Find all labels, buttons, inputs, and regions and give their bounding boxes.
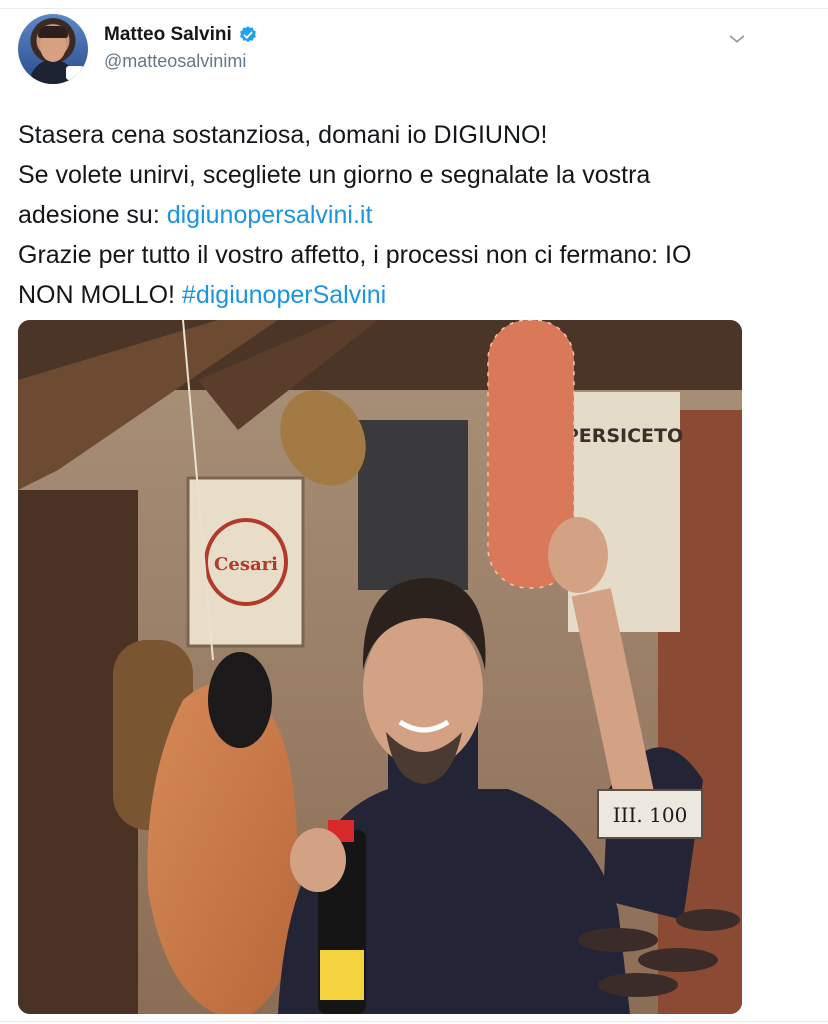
man-hand-holding-bottle <box>290 828 346 892</box>
verified-badge-icon <box>239 26 256 43</box>
tweet-text-line: Se volete unirvi, scegliete un giorno e … <box>18 155 778 195</box>
tweet-text-segment: NON MOLLO! <box>18 281 182 309</box>
top-divider <box>0 8 828 9</box>
photo-scene: Cesari PERSICETO III. 100 <box>18 320 742 1014</box>
tweet-text-line: NON MOLLO! #digiunoperSalvini <box>18 275 778 315</box>
tweet-photo[interactable]: Cesari PERSICETO III. 100 <box>18 320 742 1014</box>
author-name-row: Matteo Salvini <box>104 24 258 46</box>
url-link[interactable]: digiunopersalvini.it <box>167 201 373 229</box>
author-display-name[interactable]: Matteo Salvini <box>104 24 232 46</box>
man-raised-hand <box>548 517 608 593</box>
tweet-text-line: Grazie per tutto il vostro affetto, i pr… <box>18 235 778 275</box>
cesari-label: Cesari <box>214 554 278 575</box>
avatar-badge <box>66 66 84 80</box>
tweet-text-segment: Grazie per tutto il vostro affetto, i pr… <box>18 241 692 269</box>
bottom-divider <box>0 1021 828 1022</box>
tweet-header: Matteo Salvini @matteosalvinimi <box>18 14 808 84</box>
iron-door <box>358 420 468 590</box>
avatar-hair <box>38 26 68 38</box>
chevron-down-icon[interactable] <box>726 28 748 50</box>
tweet-text-segment: Se volete unirvi, scegliete un giorno e … <box>18 161 651 189</box>
author-handle[interactable]: @matteosalvinimi <box>104 51 246 72</box>
author-avatar[interactable] <box>18 14 88 84</box>
hashtag-link[interactable]: #digiunoperSalvini <box>182 281 386 309</box>
tweet-text-line: Stasera cena sostanziosa, domani io DIGI… <box>18 115 778 155</box>
man-face <box>363 612 483 768</box>
tweet-text-line: adesione su: digiunopersalvini.it <box>18 195 778 235</box>
tweet-text: Stasera cena sostanziosa, domani io DIGI… <box>18 115 778 315</box>
number-plate-label: III. 100 <box>613 803 688 827</box>
tweet-text-segment: adesione su: <box>18 201 167 229</box>
ham-wrap <box>208 652 272 748</box>
tweet-text-segment: Stasera cena sostanziosa, domani io DIGI… <box>18 121 548 149</box>
persiceto-label: PERSICETO <box>565 425 683 447</box>
bottle-label <box>320 950 364 1000</box>
